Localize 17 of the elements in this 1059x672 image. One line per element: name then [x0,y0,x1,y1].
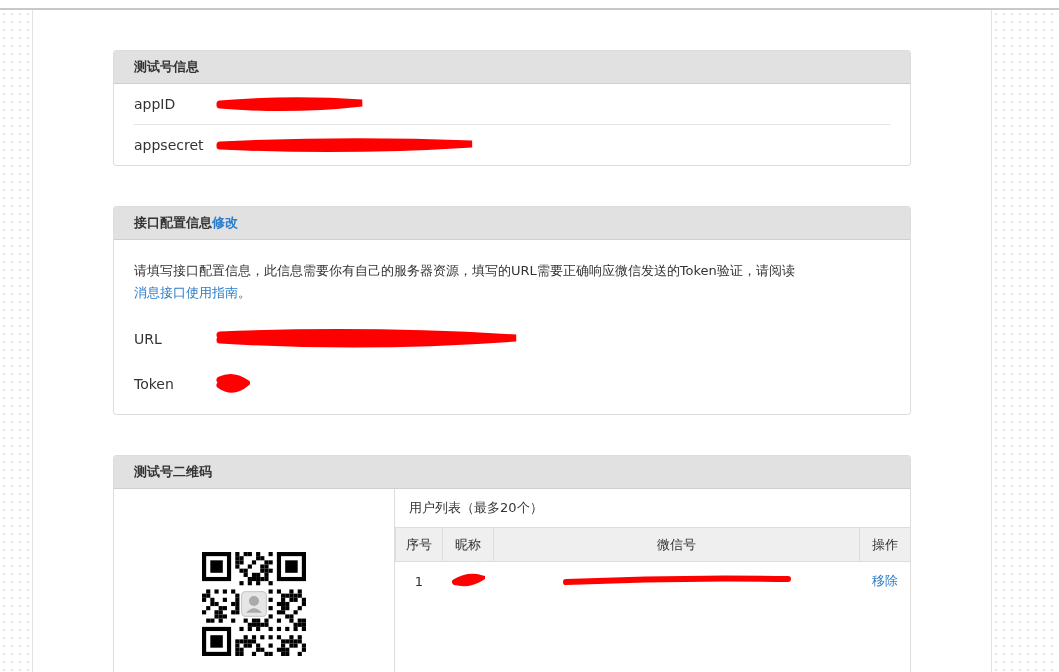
field-label: Token [134,375,175,392]
table-cell: 1 [395,561,443,600]
column-header: 昵称 [442,527,494,562]
field-label: URL [134,330,163,347]
user-list-title: 用户列表（最多20个） [408,499,544,517]
field-label: appID [134,96,177,112]
panel-title: 测试号二维码 [134,463,212,481]
panel-title: 测试号信息 [134,58,199,76]
column-header: 操作 [859,527,910,562]
intro-text: 请填写接口配置信息，此信息需要你有自己的服务器资源，填写的URL需要正确响应微信发送的Token验证，请阅读 消息接口使用指南。 [134,262,796,302]
field-label: appsecret [134,137,205,153]
panel-title: 接口配置信息 [134,214,212,232]
guide-link[interactable]: 消息接口使用指南 [134,285,238,300]
column-header: 序号 [395,527,443,562]
remove-link[interactable]: 移除 [871,573,898,588]
column-header: 微信号 [493,527,860,562]
edit-link[interactable]: 修改 [212,214,238,232]
